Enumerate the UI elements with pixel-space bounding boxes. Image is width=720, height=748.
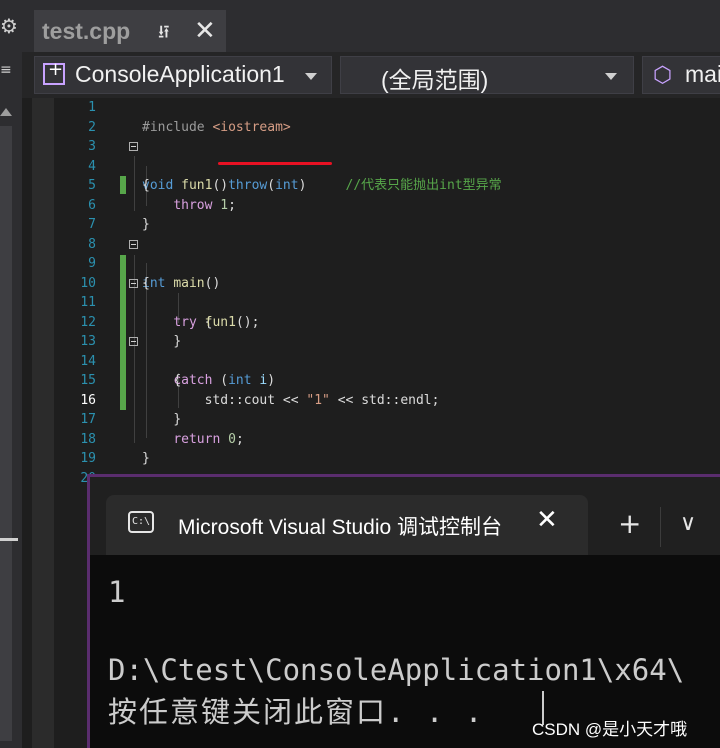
member-name: main (685, 61, 720, 87)
console-tab-title: Microsoft Visual Studio 调试控制台 (178, 516, 503, 539)
gear-icon[interactable]: ⚙ (0, 14, 18, 38)
project-name: ConsoleApplication1 (75, 61, 285, 87)
scope-dropdown[interactable]: (全局范围) (340, 56, 634, 94)
new-tab-button[interactable]: + (618, 507, 641, 540)
chevron-down-icon[interactable]: ∨ (680, 511, 696, 536)
project-icon (43, 59, 65, 85)
line-number: 7 (88, 217, 96, 232)
line-number: 9 (88, 256, 96, 271)
collapse-icon[interactable] (129, 142, 138, 151)
line-number: 6 (88, 197, 96, 213)
scope-name: (全局范围) (381, 67, 489, 93)
member-dropdown[interactable]: ⬡ main (642, 56, 720, 94)
scroll-marker (0, 538, 18, 541)
navigation-bar: ConsoleApplication1 (全局范围) ⬡ main (22, 52, 720, 98)
chevron-down-icon (605, 73, 617, 80)
solution-explorer-icon[interactable]: ≡ (0, 62, 12, 78)
pin-icon[interactable]: ⭿ (158, 20, 170, 50)
collapse-icon[interactable] (129, 278, 138, 288)
line-number-current: 16 (80, 392, 96, 408)
line-number: 13 (80, 334, 96, 349)
line-number: 11 (80, 295, 96, 310)
line-number: 18 (80, 431, 96, 447)
cube-icon: ⬡ (653, 63, 673, 88)
terminal-icon: C:\ (128, 511, 154, 533)
line-number: 10 (80, 275, 96, 291)
debug-console-window[interactable]: C:\ Microsoft Visual Studio 调试控制台 ✕ + ∨ … (87, 474, 720, 748)
console-tab-bar: C:\ Microsoft Visual Studio 调试控制台 ✕ + ∨ (90, 477, 720, 555)
line-number: 14 (80, 353, 96, 369)
left-tool-strip: ⚙ ≡ (0, 0, 23, 748)
close-icon[interactable]: ✕ (536, 505, 558, 535)
collapse-icon[interactable] (129, 239, 138, 249)
close-icon[interactable]: ✕ (194, 16, 216, 46)
watermark: CSDN @是小天才哦 (532, 720, 688, 739)
line-number: 17 (80, 412, 96, 427)
document-tab-bar: test.cpp ⭿ ✕ (22, 0, 720, 52)
console-output-line: D:\Ctest\ConsoleApplication1\x64\ (108, 653, 685, 687)
line-number: 15 (80, 373, 96, 388)
scroll-up-icon[interactable] (0, 108, 12, 116)
line-number: 19 (80, 451, 96, 466)
collapse-icon[interactable] (129, 337, 138, 346)
line-number: 4 (88, 158, 96, 174)
vertical-scrollbar[interactable] (0, 126, 12, 741)
line-number: 8 (88, 236, 96, 252)
tab-title: test.cpp (42, 18, 131, 44)
line-number: 3 (88, 139, 96, 154)
line-number: 5 (88, 178, 96, 193)
divider (660, 507, 661, 547)
chevron-down-icon (305, 73, 317, 80)
console-tab[interactable]: C:\ Microsoft Visual Studio 调试控制台 ✕ (106, 495, 588, 555)
console-output-line: 1 (108, 575, 126, 609)
line-number: 1 (88, 100, 96, 115)
line-number: 2 (88, 119, 96, 135)
tab-test-cpp[interactable]: test.cpp ⭿ ✕ (34, 10, 226, 52)
console-output-line: 按任意键关闭此窗口. . . (108, 695, 485, 729)
project-dropdown[interactable]: ConsoleApplication1 (34, 56, 332, 94)
line-number: 12 (80, 314, 96, 330)
